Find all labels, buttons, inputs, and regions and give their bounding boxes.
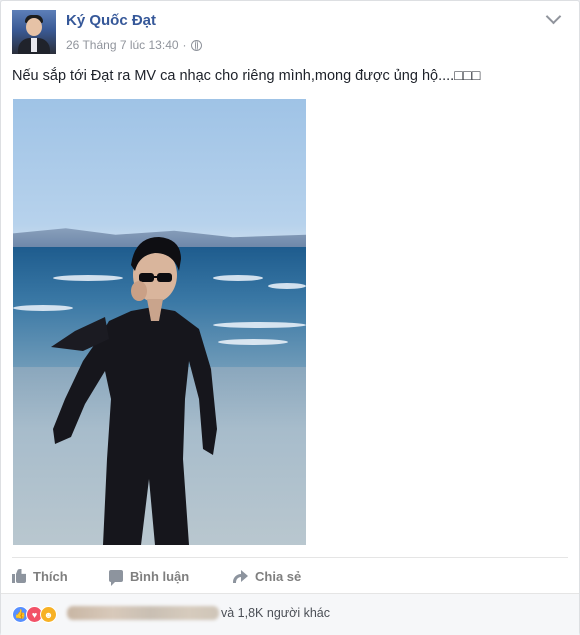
reaction-icons[interactable]: 👍 ♥ ☻ [12,606,57,623]
thumbs-up-icon [12,569,26,583]
comment-button[interactable]: Bình luận [109,565,233,587]
comment-label: Bình luận [130,568,190,584]
post-meta: 26 Tháng 7 lúc 13:40 · [66,38,202,52]
like-button[interactable]: Thích [12,565,109,587]
globe-icon [190,39,202,51]
post-card: Ký Quốc Đạt 26 Tháng 7 lúc 13:40 · Nếu s… [0,0,580,635]
avatar[interactable] [12,10,56,54]
share-icon [233,569,248,583]
meta-separator: · [182,38,187,52]
post-text: Nếu sắp tới Đạt ra MV ca nhạc cho riêng … [12,68,481,84]
comment-icon [109,570,123,586]
man-figure [51,237,217,545]
like-label: Thích [33,568,68,584]
action-bar: Thích Bình luận Chia sẻ [12,565,301,587]
chevron-down-icon[interactable] [545,8,562,25]
share-label: Chia sẻ [255,568,302,584]
author-name[interactable]: Ký Quốc Đạt [66,12,156,29]
actions-divider [12,557,568,558]
blurred-names [67,606,219,620]
haha-icon: ☻ [40,606,57,623]
reactors-summary[interactable]: và 1,8K người khác [221,606,330,620]
share-button[interactable]: Chia sẻ [233,565,301,587]
post-timestamp[interactable]: 26 Tháng 7 lúc 13:40 [66,38,179,52]
post-photo[interactable] [13,99,306,545]
